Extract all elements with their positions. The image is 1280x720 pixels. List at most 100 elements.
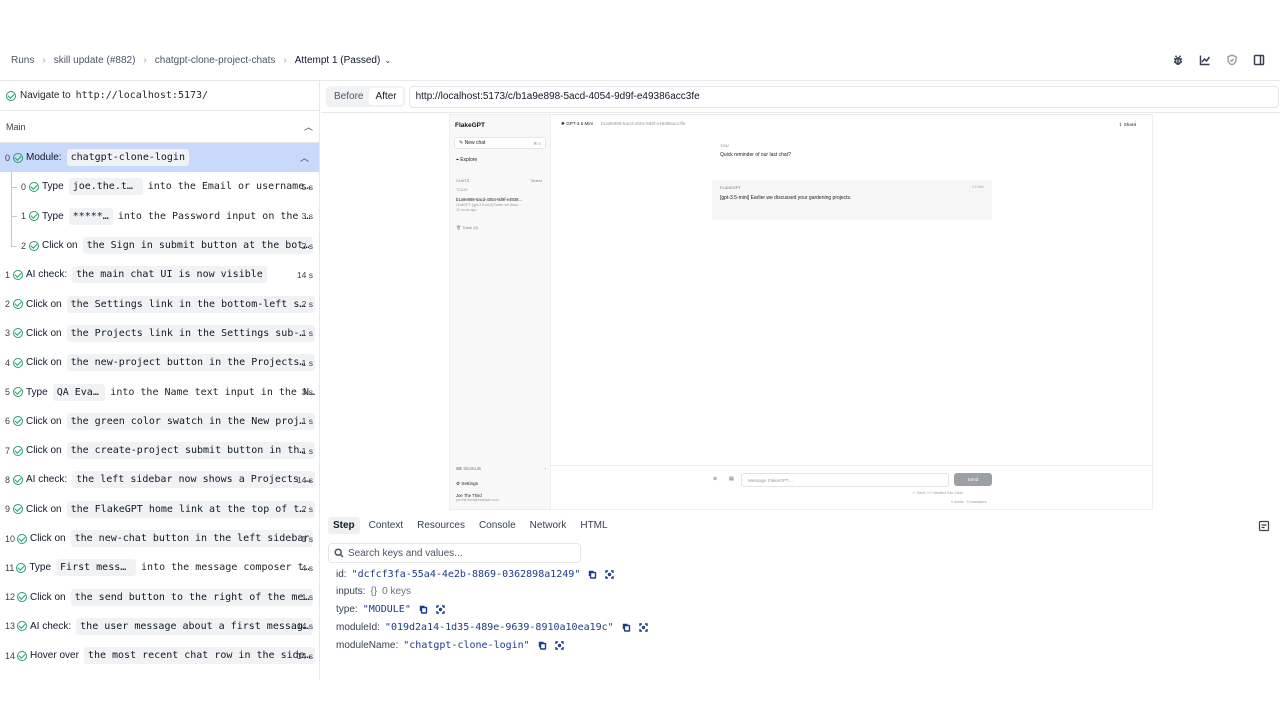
step-row[interactable]: 4 Click on the new-project button in the P… (0, 348, 319, 377)
preview-shortcuts: ⌨ Shortcuts › (456, 466, 546, 471)
preview-explore: ⌖ Explore (456, 157, 477, 163)
detail-key: inputs: (336, 586, 366, 597)
tab-resources[interactable]: Resources (412, 517, 470, 534)
step-row[interactable]: 10 Click on the new-chat button in the lef… (0, 524, 319, 553)
step-row[interactable]: 13 AI check: the user message about a firs… (0, 612, 319, 641)
step-target: into the Name text input in the N… (110, 386, 315, 398)
detail-tabs: Step Context Resources Console Network H… (328, 517, 613, 534)
step-chip: the Projects link in the Settings sub-n… (66, 324, 315, 342)
step-verb: Type (29, 562, 52, 574)
step-duration: 14 s (296, 650, 313, 661)
file-icon: ▤ (729, 476, 734, 482)
tab-console[interactable]: Console (474, 517, 521, 534)
breadcrumb-runs[interactable]: Runs (11, 55, 34, 66)
step-verb: Click on (30, 533, 66, 544)
preview-explore-label: Explore (460, 157, 478, 163)
copy-icon[interactable] (419, 605, 428, 614)
chevron-up-icon[interactable]: ︿ (300, 151, 309, 164)
detail-module-id: moduleId: "019d2a14-1d35-489e-9639-8910a… (336, 622, 648, 633)
sub-step[interactable]: 0 Type joe.the.thi… into the Email or us… (0, 172, 319, 202)
sub-step[interactable]: 1 Type *****… into the Password input on… (0, 201, 319, 232)
breadcrumb-test[interactable]: chatgpt-clone-project-chats (155, 55, 276, 66)
step-duration: 14 s (296, 269, 313, 280)
chevron-up-icon[interactable]: ︿ (304, 120, 313, 133)
tab-context[interactable]: Context (364, 517, 408, 534)
copy-icon[interactable] (538, 641, 547, 650)
step-chip: the user message about a first messag… (76, 617, 313, 635)
step-number: 4 (5, 357, 11, 368)
step-number: 13 (5, 621, 16, 632)
bug-icon[interactable] (1167, 49, 1189, 71)
panel-toggle-icon[interactable] (1258, 520, 1270, 532)
step-row[interactable]: 12 Click on the send button to the right o… (0, 582, 319, 611)
step-row[interactable]: 1 AI check: the main chat UI is now visibl… (0, 260, 319, 289)
step-number: 14 (5, 650, 16, 661)
step-row[interactable]: 3 Click on the Projects link in the Settin… (0, 319, 319, 348)
viewer-header: Before After http://localhost:5173/c/b1a… (321, 81, 1280, 113)
step-number: 0 (21, 181, 27, 192)
step-duration: 2 s (301, 504, 313, 515)
steps-list: 1 AI check: the main chat UI is now visibl… (0, 260, 319, 670)
preview-brand: FlakeGPT (455, 122, 485, 129)
sidebar-icon[interactable] (1248, 49, 1270, 71)
step-verb: AI check: (30, 620, 72, 632)
before-tab[interactable]: Before (328, 88, 369, 105)
step-row[interactable]: 2 Click on the Settings link in the bottom… (0, 289, 319, 318)
step-row[interactable]: 6 Click on the green color swatch in the N… (0, 407, 319, 436)
step-row[interactable]: 8 AI check: the left sidebar now shows a P… (0, 465, 319, 494)
focus-icon[interactable] (605, 570, 615, 579)
copy-icon[interactable] (622, 623, 631, 632)
focus-icon[interactable] (639, 623, 648, 632)
section-header[interactable]: Main ︿ (0, 111, 319, 143)
check-icon (6, 90, 16, 101)
step-row[interactable]: 7 Click on the create-project submit butto… (0, 436, 319, 465)
step-chip: the create-project submit button in the… (66, 442, 315, 460)
tab-html[interactable]: HTML (575, 517, 612, 534)
breadcrumb-skill-update[interactable]: skill update (#882) (54, 55, 136, 66)
step-row[interactable]: 14 Hover over the most recent chat row in … (0, 641, 319, 670)
check-icon (13, 416, 23, 427)
step-target-chip: the Sign in submit button at the bot… (82, 237, 314, 255)
attach-icon: ⊘ (713, 476, 718, 482)
after-tab[interactable]: After (369, 88, 403, 105)
tab-network[interactable]: Network (525, 517, 572, 534)
chevron-down-icon[interactable]: ⌄ (384, 56, 391, 65)
module-name-chip: chatgpt-clone-login (66, 149, 189, 167)
search-input[interactable] (348, 547, 568, 559)
focus-icon[interactable] (555, 641, 564, 650)
preview-chat-row: b1a9e898-5acd-4054-9d9f-e4938… ChatGPT: … (456, 197, 546, 213)
attempt-selector[interactable]: Attempt 1 (Passed) (295, 55, 381, 66)
copy-icon[interactable] (588, 570, 597, 579)
step-row[interactable]: 9 Click on the FlakeGPT home link at the t… (0, 495, 319, 524)
step-chip: the new-project button in the Projects … (66, 354, 315, 372)
step-chip: the left sidebar now shows a Projects … (72, 471, 315, 489)
chart-icon[interactable] (1194, 49, 1216, 71)
step-number: 6 (5, 416, 11, 427)
step-number: 12 (5, 592, 16, 603)
step-row[interactable]: 11 Type First messag… into the message comp… (0, 553, 319, 582)
check-icon (13, 504, 23, 515)
step-chip: the FlakeGPT home link at the top of th… (66, 500, 315, 518)
check-icon (29, 240, 39, 251)
page-screenshot: FlakeGPT ✎ New chat ⌘ K ⌖ Explore CHATS … (449, 114, 1153, 510)
step-verb: Type (26, 386, 48, 398)
step-duration: 3 s (301, 387, 313, 398)
shield-icon[interactable] (1221, 49, 1243, 71)
tab-step[interactable]: Step (328, 517, 360, 534)
focus-icon[interactable] (436, 605, 445, 614)
page-url: http://localhost:5173/c/b1a9e898-5acd-40… (408, 85, 1279, 108)
sub-step[interactable]: 2 Click on the Sign in submit button at … (0, 230, 319, 260)
step-row[interactable]: 5 Type QA Eval… into the Name text input in… (0, 377, 319, 406)
step-number: 1 (21, 211, 27, 222)
navigate-step[interactable]: Navigate to http://localhost:5173/ (0, 81, 319, 111)
step-chip: the main chat UI is now visible (72, 266, 267, 284)
step-number: 9 (5, 504, 11, 515)
step-chip: the send button to the right of the me… (70, 588, 314, 606)
step-duration: 3 s (301, 211, 313, 222)
check-icon (29, 181, 39, 192)
step-duration: 1 s (301, 592, 313, 603)
before-after-toggle: Before After (326, 86, 405, 107)
preview-bot-text: [gpt-3.5-mini] Earlier we discussed your… (720, 195, 852, 201)
more-icon: ⋮ (1133, 121, 1138, 127)
module-step[interactable]: 0 Module: chatgpt-clone-login ︿ (0, 143, 319, 173)
